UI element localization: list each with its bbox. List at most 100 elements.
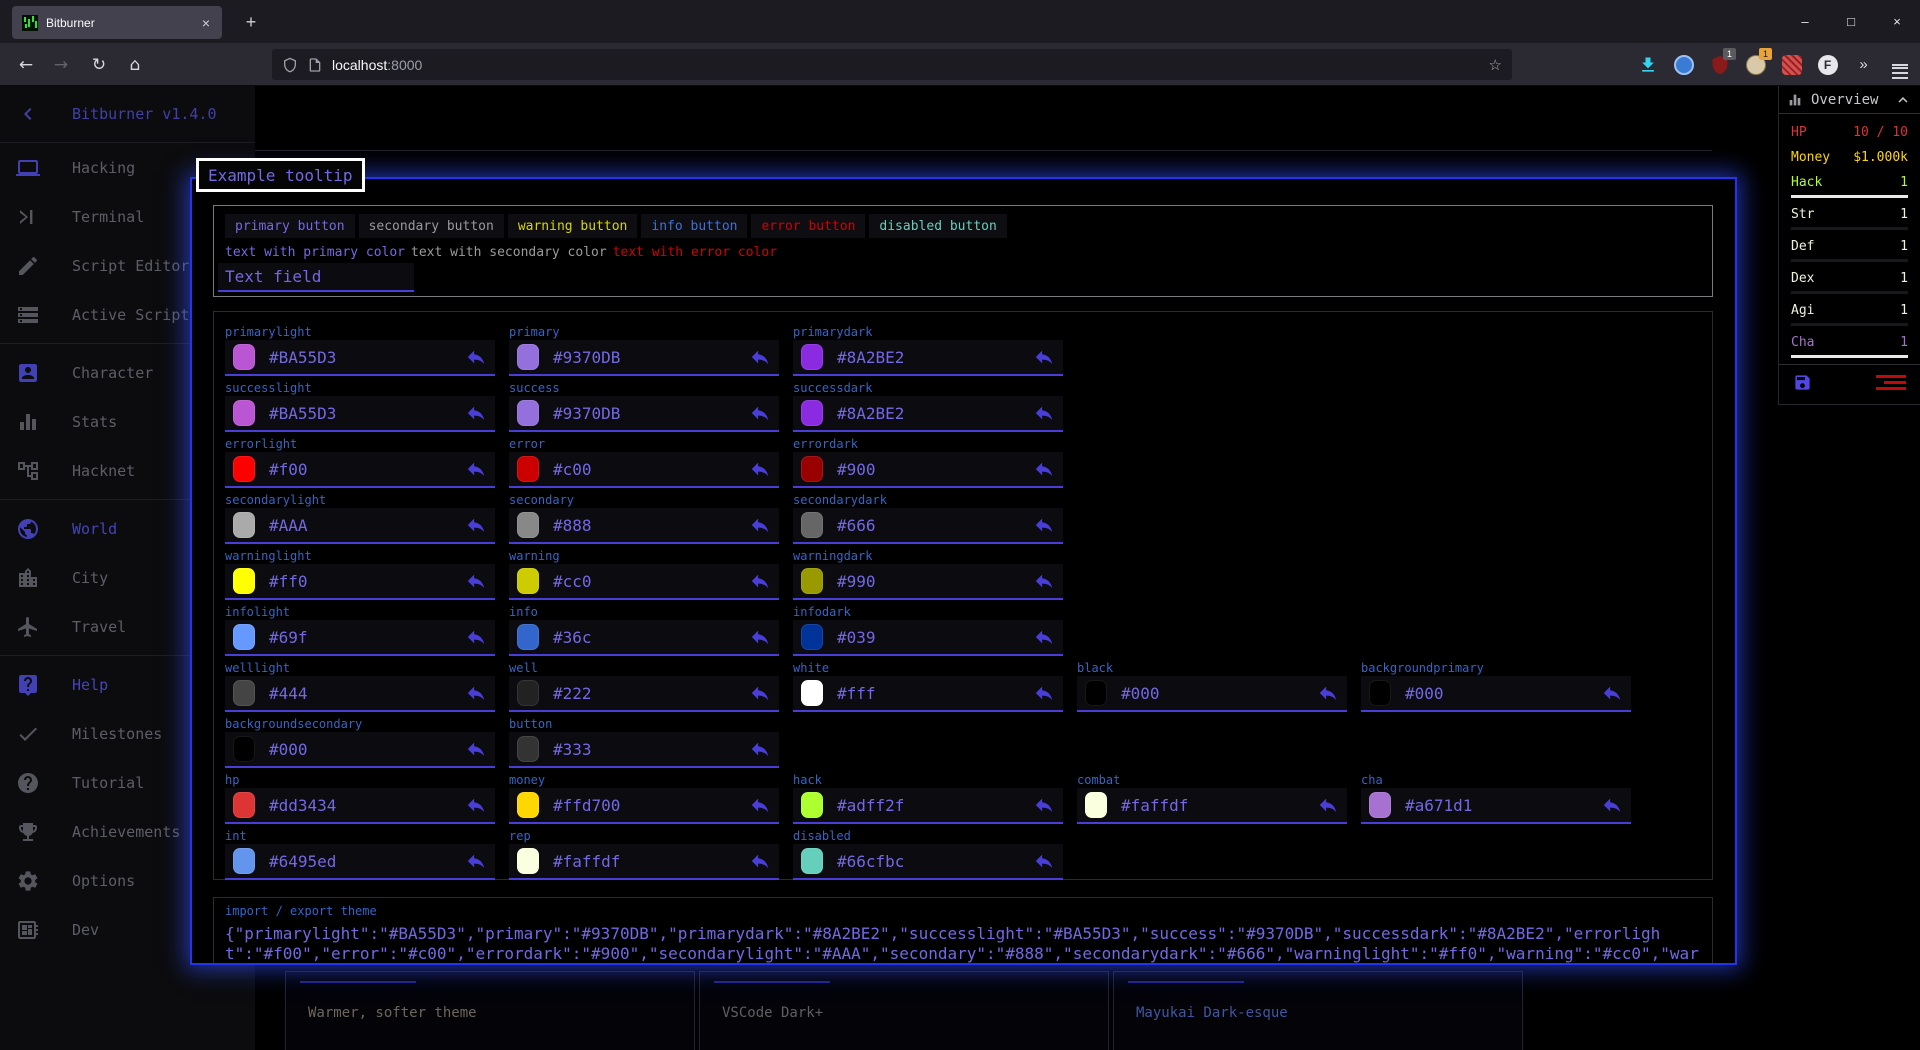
color-swatch[interactable] xyxy=(517,400,539,426)
bookmark-star-icon[interactable]: ☆ xyxy=(1489,56,1502,74)
import-export-json[interactable]: {"primarylight":"#BA55D3","primary":"#93… xyxy=(225,924,1703,965)
color-hex-value[interactable]: #8A2BE2 xyxy=(837,348,1033,367)
chevron-up-icon[interactable] xyxy=(1894,91,1912,109)
color-value-field[interactable]: #888 xyxy=(509,508,779,544)
color-hex-value[interactable]: #AAA xyxy=(269,516,465,535)
color-swatch[interactable] xyxy=(233,736,255,762)
undo-color-icon[interactable] xyxy=(1317,682,1339,704)
color-value-field[interactable]: #222 xyxy=(509,676,779,712)
color-swatch[interactable] xyxy=(1085,792,1107,818)
color-swatch[interactable] xyxy=(517,680,539,706)
color-hex-value[interactable]: #444 xyxy=(269,684,465,703)
color-swatch[interactable] xyxy=(801,680,823,706)
color-swatch[interactable] xyxy=(517,624,539,650)
color-swatch[interactable] xyxy=(801,456,823,482)
color-value-field[interactable]: #8A2BE2 xyxy=(793,396,1063,432)
monkey-extension-icon[interactable]: 1 xyxy=(1743,52,1768,77)
tab-close-icon[interactable]: × xyxy=(200,15,212,31)
color-value-field[interactable]: #a671d1 xyxy=(1361,788,1631,824)
undo-color-icon[interactable] xyxy=(1033,570,1055,592)
undo-color-icon[interactable] xyxy=(465,738,487,760)
color-value-field[interactable]: #ffd700 xyxy=(509,788,779,824)
undo-color-icon[interactable] xyxy=(465,682,487,704)
save-game-icon[interactable] xyxy=(1793,373,1812,392)
color-swatch[interactable] xyxy=(233,792,255,818)
undo-color-icon[interactable] xyxy=(749,346,771,368)
color-swatch[interactable] xyxy=(1369,792,1391,818)
forward-icon[interactable]: → xyxy=(47,51,75,79)
color-value-field[interactable]: #cc0 xyxy=(509,564,779,600)
theme-card[interactable]: VSCode Dark+ xyxy=(699,971,1109,1050)
color-swatch[interactable] xyxy=(233,512,255,538)
home-icon[interactable]: ⌂ xyxy=(121,51,149,79)
undo-color-icon[interactable] xyxy=(465,514,487,536)
color-value-field[interactable]: #faffdf xyxy=(509,844,779,880)
color-hex-value[interactable]: #BA55D3 xyxy=(269,404,465,423)
overflow-icon[interactable]: » xyxy=(1851,52,1876,77)
adblock-extension-icon[interactable]: 1 xyxy=(1707,52,1732,77)
color-hex-value[interactable]: #888 xyxy=(553,516,749,535)
color-value-field[interactable]: #6495ed xyxy=(225,844,495,880)
url-text[interactable]: localhost:8000 xyxy=(332,57,1489,73)
undo-color-icon[interactable] xyxy=(749,850,771,872)
reload-icon[interactable]: ↻ xyxy=(85,51,113,79)
undo-color-icon[interactable] xyxy=(1601,794,1623,816)
color-value-field[interactable]: #dd3434 xyxy=(225,788,495,824)
preview-button[interactable]: info button xyxy=(641,214,747,238)
color-value-field[interactable]: #444 xyxy=(225,676,495,712)
color-swatch[interactable] xyxy=(1085,680,1107,706)
red-extension-icon[interactable] xyxy=(1779,52,1804,77)
color-hex-value[interactable]: #6495ed xyxy=(269,852,465,871)
color-swatch[interactable] xyxy=(233,400,255,426)
color-value-field[interactable]: #BA55D3 xyxy=(225,340,495,376)
color-swatch[interactable] xyxy=(801,568,823,594)
undo-color-icon[interactable] xyxy=(1317,794,1339,816)
color-value-field[interactable]: #f00 xyxy=(225,452,495,488)
color-hex-value[interactable]: #333 xyxy=(553,740,749,759)
color-hex-value[interactable]: #666 xyxy=(837,516,1033,535)
account-icon[interactable]: F xyxy=(1815,52,1840,77)
color-value-field[interactable]: #990 xyxy=(793,564,1063,600)
color-hex-value[interactable]: #fff xyxy=(837,684,1033,703)
back-icon[interactable]: ← xyxy=(12,51,40,79)
new-tab-button[interactable]: + xyxy=(238,9,264,35)
undo-color-icon[interactable] xyxy=(749,738,771,760)
color-swatch[interactable] xyxy=(801,512,823,538)
undo-color-icon[interactable] xyxy=(1033,346,1055,368)
color-hex-value[interactable]: #ffd700 xyxy=(553,796,749,815)
color-hex-value[interactable]: #9370DB xyxy=(553,348,749,367)
undo-color-icon[interactable] xyxy=(465,458,487,480)
color-value-field[interactable]: #9370DB xyxy=(509,396,779,432)
collapse-sidebar-icon[interactable] xyxy=(16,102,40,126)
undo-color-icon[interactable] xyxy=(465,346,487,368)
undo-color-icon[interactable] xyxy=(749,626,771,648)
color-swatch[interactable] xyxy=(233,344,255,370)
color-value-field[interactable]: #8A2BE2 xyxy=(793,340,1063,376)
undo-color-icon[interactable] xyxy=(465,570,487,592)
color-value-field[interactable]: #faffdf xyxy=(1077,788,1347,824)
color-hex-value[interactable]: #cc0 xyxy=(553,572,749,591)
page-info-icon[interactable] xyxy=(307,57,323,73)
color-swatch[interactable] xyxy=(1369,680,1391,706)
color-value-field[interactable]: #000 xyxy=(225,732,495,768)
color-swatch[interactable] xyxy=(517,568,539,594)
undo-color-icon[interactable] xyxy=(1033,514,1055,536)
kill-scripts-icon[interactable] xyxy=(1876,372,1906,393)
color-hex-value[interactable]: #9370DB xyxy=(553,404,749,423)
color-value-field[interactable]: #ff0 xyxy=(225,564,495,600)
preview-button[interactable]: primary button xyxy=(225,214,355,238)
undo-color-icon[interactable] xyxy=(1033,682,1055,704)
color-value-field[interactable]: #000 xyxy=(1077,676,1347,712)
color-hex-value[interactable]: #900 xyxy=(837,460,1033,479)
color-hex-value[interactable]: #000 xyxy=(1405,684,1601,703)
color-swatch[interactable] xyxy=(517,792,539,818)
color-hex-value[interactable]: #a671d1 xyxy=(1405,796,1601,815)
undo-color-icon[interactable] xyxy=(465,850,487,872)
undo-color-icon[interactable] xyxy=(749,514,771,536)
overview-panel[interactable]: Overview HP 10 / 10 Money $1.000k Hack xyxy=(1778,86,1920,405)
color-value-field[interactable]: #69f xyxy=(225,620,495,656)
color-hex-value[interactable]: #000 xyxy=(1121,684,1317,703)
color-hex-value[interactable]: #000 xyxy=(269,740,465,759)
color-value-field[interactable]: #66cfbc xyxy=(793,844,1063,880)
color-hex-value[interactable]: #adff2f xyxy=(837,796,1033,815)
